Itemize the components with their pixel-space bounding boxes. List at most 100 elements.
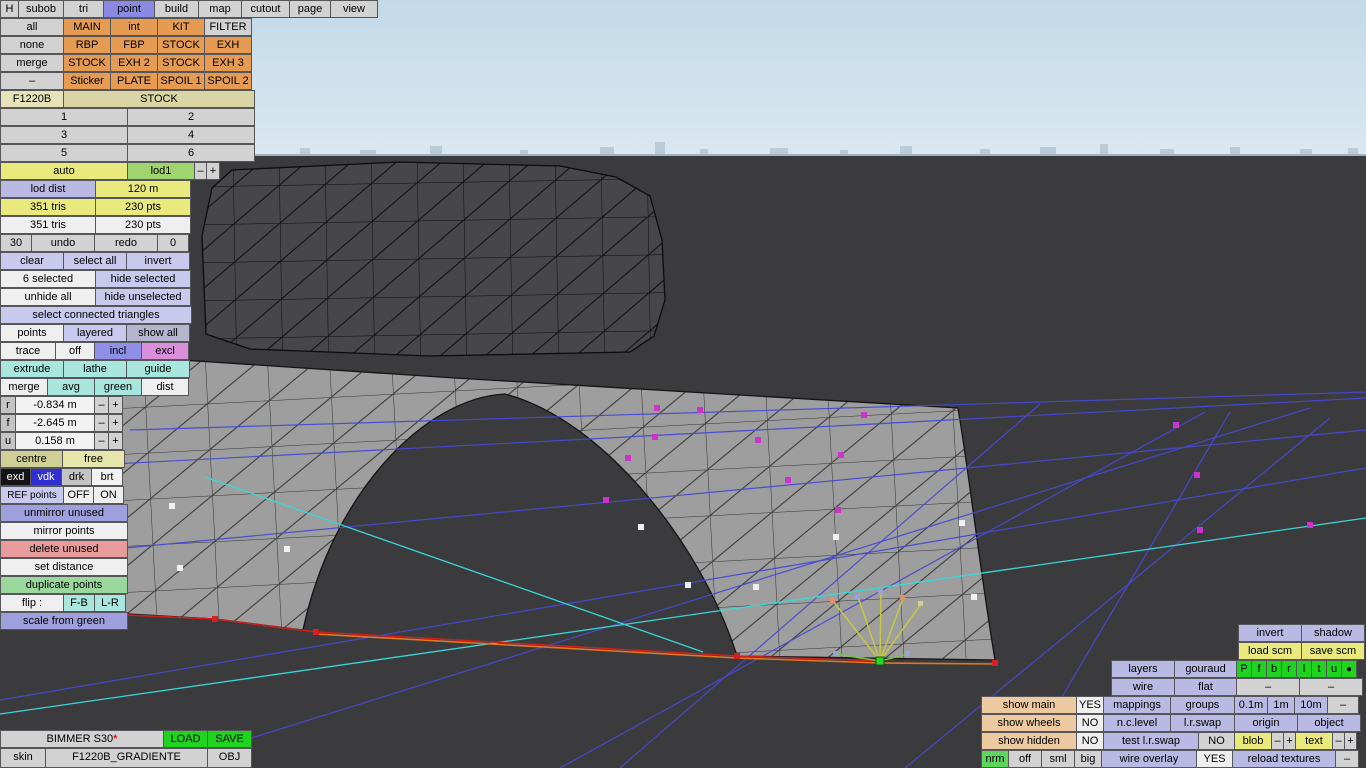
unhide-all-button[interactable]: unhide all — [0, 288, 96, 306]
coord-r-minus[interactable]: – — [94, 396, 109, 414]
part-filter[interactable]: FILTER — [204, 18, 252, 36]
invert-button[interactable]: invert — [126, 252, 190, 270]
lod-dist-label[interactable]: lod dist — [0, 180, 96, 198]
part-dash[interactable]: – — [0, 72, 64, 90]
delete-unused-button[interactable]: delete unused — [0, 540, 128, 558]
coord-u-value[interactable]: 0.158 m — [15, 432, 95, 450]
page-2[interactable]: 2 — [127, 108, 255, 126]
tab-tri[interactable]: tri — [63, 0, 104, 18]
exd-button[interactable]: exd — [0, 468, 31, 486]
wire-overlay-button[interactable]: wire overlay — [1101, 750, 1197, 768]
object-button[interactable]: object — [1297, 714, 1361, 732]
part-stock-3[interactable]: STOCK — [157, 54, 205, 72]
mappings-button[interactable]: mappings — [1103, 696, 1171, 714]
part-spoil2[interactable]: SPOIL 2 — [204, 72, 252, 90]
trace-incl-button[interactable]: incl — [94, 342, 142, 360]
part-main[interactable]: MAIN — [63, 18, 111, 36]
ref-off-button[interactable]: OFF — [63, 486, 94, 504]
show-all-button[interactable]: show all — [126, 324, 190, 342]
lr-swap-button[interactable]: l.r.swap — [1170, 714, 1235, 732]
blob-button[interactable]: blob — [1234, 732, 1272, 750]
save-scm-button[interactable]: save scm — [1301, 642, 1365, 660]
vehicle-name-button[interactable]: BIMMER S30* — [0, 730, 164, 748]
merge-green-button[interactable]: green — [94, 378, 142, 396]
nc-level-button[interactable]: n.c.level — [1103, 714, 1171, 732]
ref-on-button[interactable]: ON — [93, 486, 124, 504]
show-main-value[interactable]: YES — [1076, 696, 1104, 714]
show-main-label[interactable]: show main — [981, 696, 1077, 714]
view-l-button[interactable]: l — [1296, 660, 1312, 678]
lod-current[interactable]: lod1 — [127, 162, 195, 180]
part-merge[interactable]: merge — [0, 54, 64, 72]
hide-selected-button[interactable]: hide selected — [95, 270, 191, 288]
view-invert-button[interactable]: invert — [1238, 624, 1302, 642]
text-button[interactable]: text — [1295, 732, 1333, 750]
part-spoil1[interactable]: SPOIL 1 — [157, 72, 205, 90]
tab-subob[interactable]: subob — [18, 0, 64, 18]
grid-01m-button[interactable]: 0.1m — [1234, 696, 1268, 714]
grid-1m-button[interactable]: 1m — [1267, 696, 1295, 714]
part-sticker[interactable]: Sticker — [63, 72, 111, 90]
merge-button[interactable]: merge — [0, 378, 48, 396]
merge-dist-button[interactable]: dist — [141, 378, 189, 396]
free-button[interactable]: free — [62, 450, 125, 468]
vdk-button[interactable]: vdk — [30, 468, 62, 486]
drk-button[interactable]: drk — [61, 468, 92, 486]
wire-button[interactable]: wire — [1111, 678, 1175, 696]
view-r-button[interactable]: r — [1281, 660, 1297, 678]
skin-label[interactable]: skin — [0, 748, 46, 768]
tab-cutout[interactable]: cutout — [241, 0, 290, 18]
page-1[interactable]: 1 — [0, 108, 128, 126]
view-f-button[interactable]: f — [1251, 660, 1267, 678]
part-stock-2[interactable]: STOCK — [63, 54, 111, 72]
part-exh[interactable]: EXH — [204, 36, 252, 54]
part-none[interactable]: none — [0, 36, 64, 54]
layers-button[interactable]: layers — [1111, 660, 1175, 678]
show-wheels-value[interactable]: NO — [1076, 714, 1104, 732]
part-plate[interactable]: PLATE — [110, 72, 158, 90]
nrm-big-button[interactable]: big — [1074, 750, 1102, 768]
test-lr-swap-button[interactable]: test l.r.swap — [1103, 732, 1199, 750]
lod-dist-value[interactable]: 120 m — [95, 180, 191, 198]
obj-button[interactable]: OBJ — [207, 748, 252, 768]
origin-button[interactable]: origin — [1234, 714, 1298, 732]
select-connected-button[interactable]: select connected triangles — [0, 306, 192, 324]
lod-plus-button[interactable]: + — [206, 162, 220, 180]
view-t-button[interactable]: t — [1311, 660, 1327, 678]
guide-button[interactable]: guide — [126, 360, 190, 378]
centre-button[interactable]: centre — [0, 450, 63, 468]
load-button[interactable]: LOAD — [163, 730, 208, 748]
part-rbp[interactable]: RBP — [63, 36, 111, 54]
model-name[interactable]: F1220B — [0, 90, 64, 108]
text-plus-button[interactable]: + — [1344, 732, 1357, 750]
part-stock-1[interactable]: STOCK — [157, 36, 205, 54]
set-distance-button[interactable]: set distance — [0, 558, 128, 576]
points-button[interactable]: points — [0, 324, 64, 342]
grid-10m-button[interactable]: 10m — [1294, 696, 1328, 714]
part-exh2[interactable]: EXH 2 — [110, 54, 158, 72]
coord-f-value[interactable]: -2.645 m — [15, 414, 95, 432]
part-kit[interactable]: KIT — [157, 18, 205, 36]
shadow-button[interactable]: shadow — [1301, 624, 1365, 642]
grid-dash-button[interactable]: – — [1327, 696, 1359, 714]
test-lr-swap-value[interactable]: NO — [1198, 732, 1235, 750]
model-config[interactable]: STOCK — [63, 90, 255, 108]
clear-button[interactable]: clear — [0, 252, 64, 270]
page-5[interactable]: 5 — [0, 144, 128, 162]
part-fbp[interactable]: FBP — [110, 36, 158, 54]
tab-map[interactable]: map — [198, 0, 242, 18]
show-wheels-label[interactable]: show wheels — [981, 714, 1077, 732]
brt-button[interactable]: brt — [91, 468, 123, 486]
point-selected-green[interactable] — [875, 656, 885, 666]
nrm-sml-button[interactable]: sml — [1041, 750, 1075, 768]
skin-name-button[interactable]: F1220B_GRADIENTE — [45, 748, 208, 768]
trace-excl-button[interactable]: excl — [141, 342, 189, 360]
load-scm-button[interactable]: load scm — [1238, 642, 1302, 660]
coord-u-minus[interactable]: – — [94, 432, 109, 450]
gouraud-button[interactable]: gouraud — [1174, 660, 1237, 678]
redo-button[interactable]: redo — [94, 234, 158, 252]
page-6[interactable]: 6 — [127, 144, 255, 162]
trace-off-button[interactable]: off — [55, 342, 95, 360]
tab-build[interactable]: build — [154, 0, 199, 18]
tab-point[interactable]: point — [103, 0, 155, 18]
